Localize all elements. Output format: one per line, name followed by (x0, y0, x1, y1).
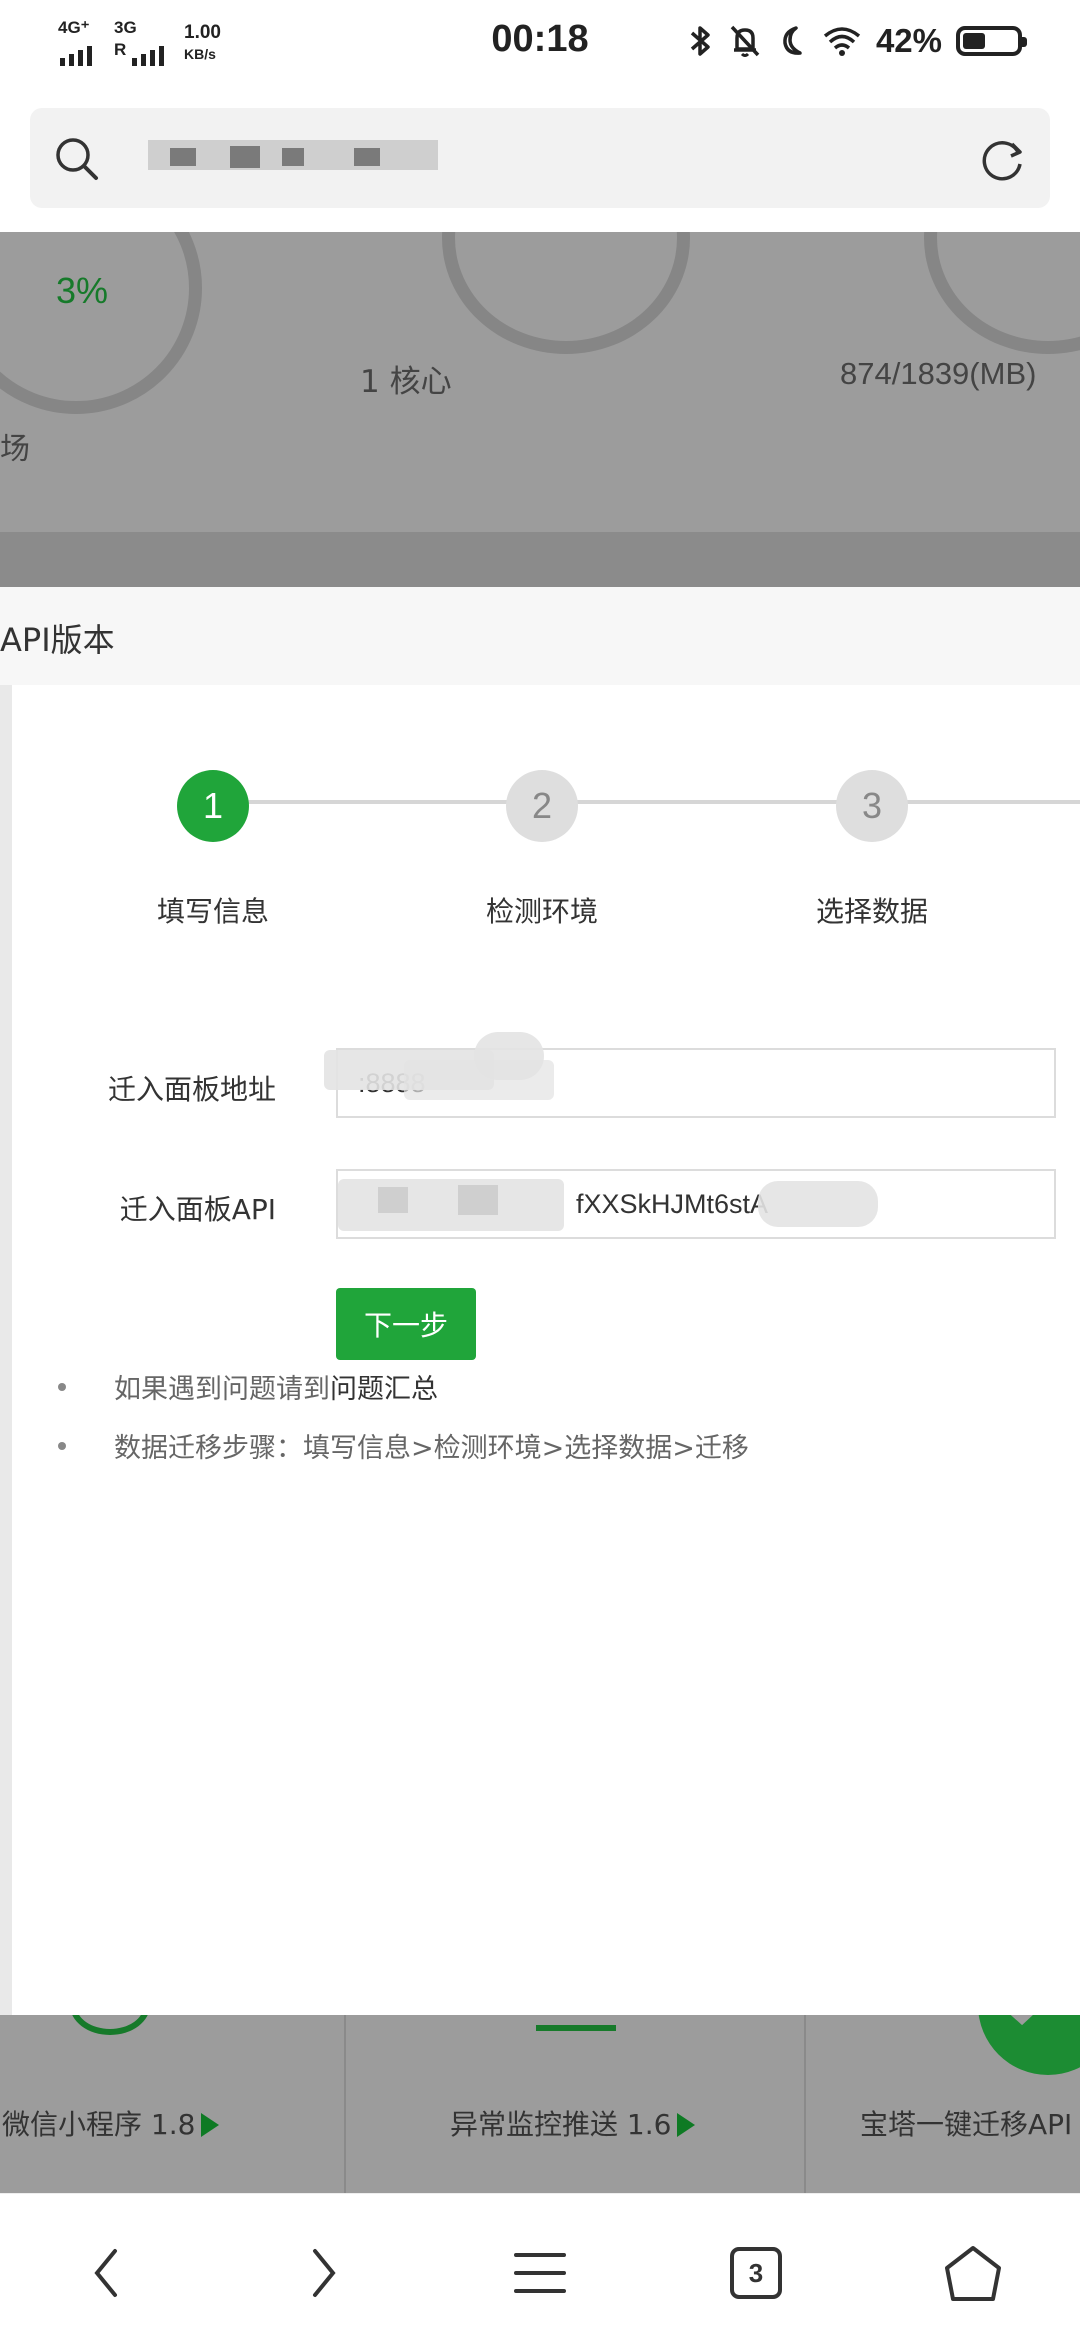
status-icons: 42% (686, 22, 1027, 60)
check-badge-icon (978, 2015, 1080, 2075)
app-monitor-push: 异常监控推送 1.6 (346, 2015, 806, 2193)
bluetooth-icon (690, 26, 710, 56)
tip-1-text: 如果遇到问题请到 (114, 1374, 330, 1405)
migration-dialog: 1 2 3 填写信息 检测环境 选择数据 迁入面板地址 迁入面板API 下一步 … (12, 685, 1080, 2015)
search-icon (56, 138, 98, 180)
moon-icon (783, 26, 802, 55)
battery-percent: 42% (875, 22, 942, 59)
app-bt-migration-api: 宝塔一键迁移API (806, 2015, 1080, 2193)
app-icon (536, 2015, 616, 2031)
background-dashboard: 3% 场 1 核心 874/1839(MB) (0, 232, 1080, 587)
api-redaction-right (758, 1171, 888, 1237)
status-bar: 4G⁺ 3G R 1.00 KB/s 00:18 42% (0, 0, 1080, 86)
tip-2-text: 数据迁移步骤：填写信息>检测环境>选择数据>迁移 (114, 1433, 749, 1464)
load-label: 场 (0, 432, 30, 467)
step-2-circle: 2 (506, 770, 578, 842)
cpu-gauge (442, 232, 690, 354)
dialog-edge (0, 685, 12, 2015)
step-1-circle: 1 (177, 770, 249, 842)
page-header: API版本 (0, 587, 1080, 686)
step-connector-line (212, 800, 1080, 804)
battery-icon (956, 26, 1027, 56)
api-redaction-left (338, 1171, 574, 1237)
battery-fill (963, 33, 985, 49)
menu-button[interactable] (505, 2238, 575, 2308)
tab-count: 3 (730, 2247, 782, 2299)
back-button[interactable] (72, 2238, 142, 2308)
address-redaction (324, 1030, 560, 1110)
app-label: 宝塔一键迁移API (860, 2108, 1073, 2141)
tabs-button[interactable]: 3 (721, 2238, 791, 2308)
api-label: 迁入面板API (119, 1193, 276, 1226)
memory-label: 874/1839(MB) (840, 356, 1037, 391)
step-1-label: 填写信息 (156, 895, 269, 928)
chevron-left-icon (94, 2249, 117, 2297)
step-2-label: 检测环境 (485, 895, 598, 928)
tip-steps: 数据迁移步骤：填写信息>检测环境>选择数据>迁移 (58, 1426, 749, 1465)
forward-button[interactable] (288, 2238, 358, 2308)
tip-problems: 如果遇到问题请到 问题汇总 (58, 1367, 438, 1406)
refresh-icon[interactable] (974, 132, 1030, 188)
address-bar[interactable] (30, 108, 1050, 208)
app-label: 异常监控推送 1.6 (450, 2103, 696, 2143)
bullet (58, 1382, 66, 1391)
play-arrow-icon (201, 2113, 220, 2137)
address-label: 迁入面板地址 (107, 1073, 276, 1106)
problem-summary-link[interactable]: 问题汇总 (330, 1367, 438, 1406)
page-title: API版本 (0, 621, 115, 659)
step-3-label: 选择数据 (815, 895, 928, 928)
step-3-circle: 3 (836, 770, 908, 842)
home-button[interactable] (938, 2238, 1008, 2308)
dashboard-divider (0, 532, 1080, 587)
mute-bell-icon (730, 25, 760, 57)
load-percent: 3% (56, 270, 109, 311)
chevron-right-icon (313, 2249, 336, 2297)
cpu-label: 1 核心 (360, 364, 452, 400)
memory-gauge (924, 232, 1080, 354)
wifi-icon (823, 27, 861, 56)
play-arrow-icon (677, 2113, 696, 2137)
bullet (58, 1441, 66, 1450)
menu-icon (514, 2253, 566, 2293)
app-icon (70, 2015, 150, 2035)
background-app-strip: 微信小程序 1.8 异常监控推送 1.6 宝塔一键迁移API (0, 2015, 1080, 2193)
browser-nav-bar: 3 (0, 2193, 1080, 2341)
load-gauge (0, 232, 202, 414)
home-icon (945, 2246, 1001, 2301)
next-step-button[interactable]: 下一步 (336, 1288, 476, 1360)
app-label: 微信小程序 1.8 (2, 2103, 220, 2143)
app-wechat-miniprogram: 微信小程序 1.8 (0, 2015, 346, 2193)
url-text-redacted (148, 134, 438, 182)
